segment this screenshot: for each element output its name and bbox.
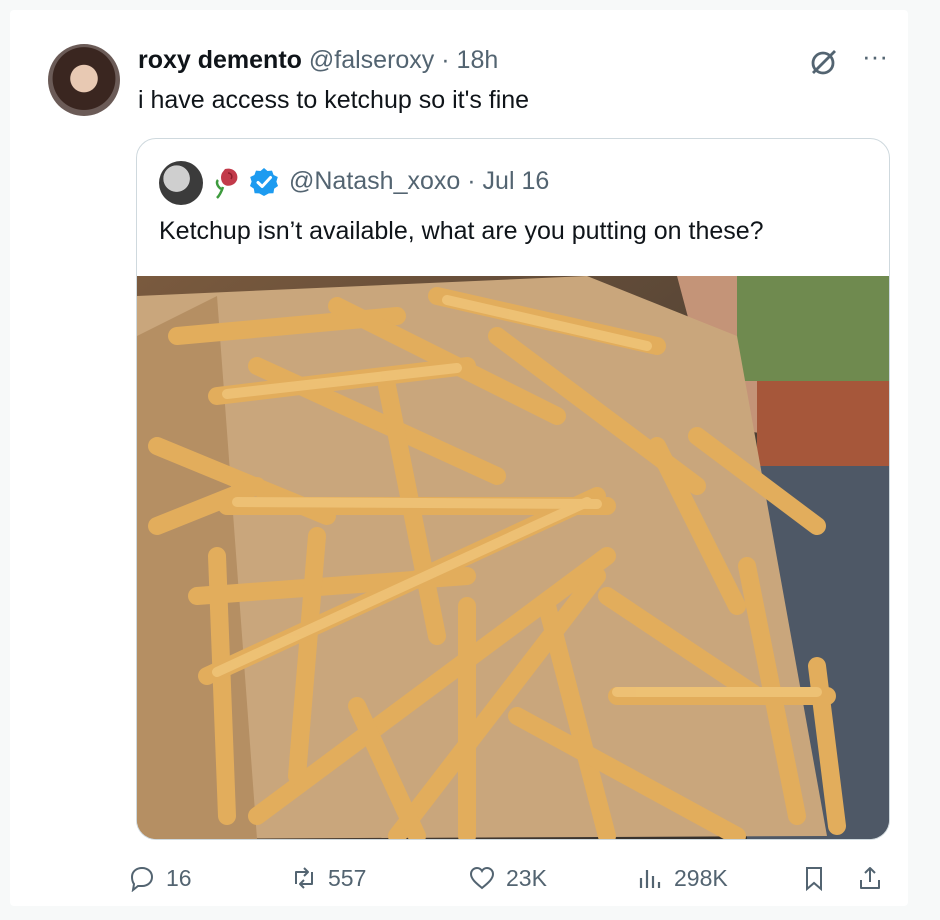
tweet-header: roxy demento @falseroxy · 18h <box>138 44 498 76</box>
bookmark-button[interactable] <box>800 858 828 898</box>
author-name[interactable]: roxy demento <box>138 46 302 74</box>
verified-badge-icon <box>250 168 278 196</box>
reply-button[interactable]: 16 <box>128 858 192 898</box>
share-button[interactable] <box>856 858 884 898</box>
views-button[interactable]: 298K <box>636 858 728 898</box>
repost-icon <box>295 867 313 889</box>
like-button[interactable]: 23K <box>468 858 547 898</box>
quoted-avatar[interactable] <box>159 161 203 205</box>
views-icon <box>639 870 661 888</box>
separator: · <box>467 167 476 195</box>
grok-icon[interactable] <box>806 46 840 80</box>
repost-count: 557 <box>328 864 367 891</box>
like-count: 23K <box>506 864 547 891</box>
reply-count: 16 <box>166 864 192 891</box>
tweet-text: i have access to ketchup so it's fine <box>138 86 530 114</box>
quoted-handle[interactable]: @Natash_xoxo <box>289 167 460 195</box>
rose-emoji-icon <box>215 168 238 199</box>
avatar[interactable] <box>48 44 120 116</box>
tweet[interactable]: roxy demento @falseroxy · 18h ··· i have… <box>10 10 908 906</box>
author-handle[interactable]: @falseroxy <box>309 46 434 74</box>
quoted-date[interactable]: Jul 16 <box>483 167 550 195</box>
share-icon <box>860 867 880 889</box>
quoted-text: Ketchup isn’t available, what are you pu… <box>159 217 764 245</box>
separator: · <box>441 46 450 74</box>
action-bar: 16 557 23K 298K <box>128 858 898 898</box>
repost-button[interactable]: 557 <box>290 858 366 898</box>
quoted-tweet[interactable]: @Natash_xoxo · Jul 16 Ketchup isn’t avai… <box>136 138 890 840</box>
fries-photo[interactable] <box>137 276 889 839</box>
more-options-icon[interactable]: ··· <box>858 43 892 80</box>
heart-icon <box>469 866 495 890</box>
timestamp[interactable]: 18h <box>457 46 499 74</box>
quoted-meta: @Natash_xoxo · Jul 16 <box>289 165 549 197</box>
reply-icon <box>130 866 154 892</box>
bookmark-icon <box>806 867 822 892</box>
view-count: 298K <box>674 864 728 891</box>
